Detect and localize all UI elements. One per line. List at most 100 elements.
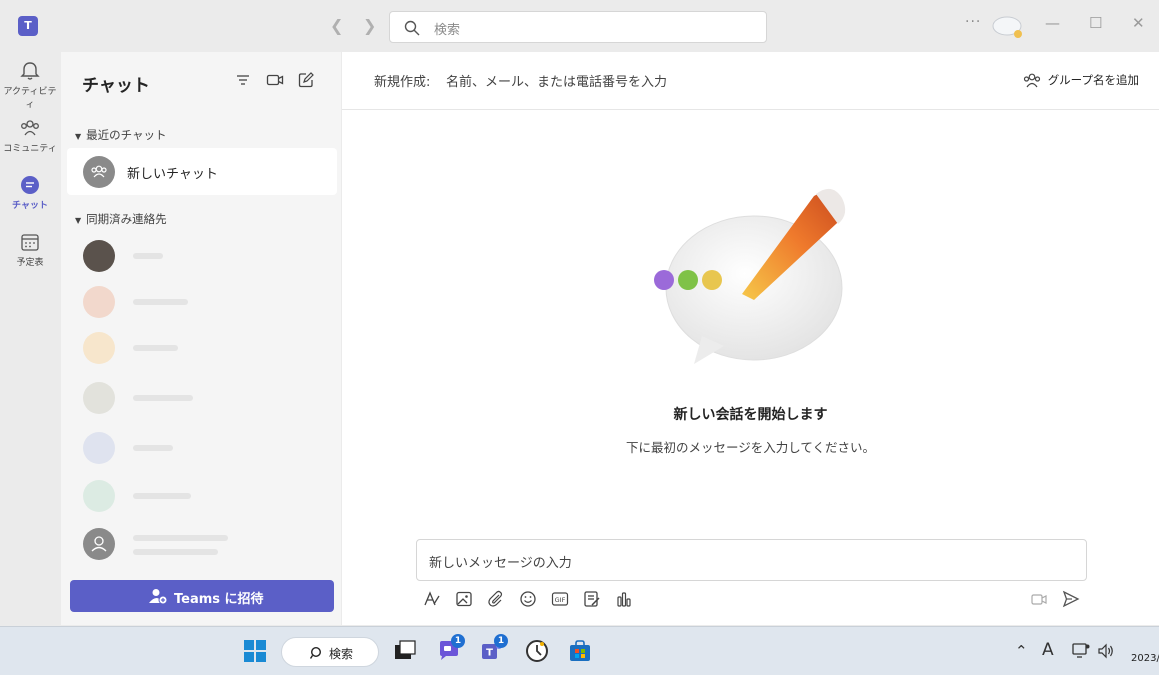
redacted-name [133, 535, 228, 541]
invite-button-label: Teams に招待 [174, 592, 264, 607]
taskbar-date[interactable]: 2023/ [1131, 653, 1159, 664]
avatar [83, 480, 115, 512]
notification-badge: 1 [494, 634, 508, 648]
rail-label: チャット [12, 201, 48, 211]
new-chat-icon[interactable] [298, 72, 314, 88]
attach-icon[interactable] [487, 590, 505, 608]
avatar [83, 286, 115, 318]
empty-state-title: 新しい会話を開始します [673, 407, 828, 423]
gif-icon[interactable]: GIF [551, 590, 569, 608]
avatar [83, 332, 115, 364]
taskbar-search-label: 検索 [329, 647, 354, 661]
more-options-icon[interactable]: ··· [965, 14, 981, 30]
redacted-name [133, 493, 191, 499]
recipient-bar: 新規作成: 名前、メール、または電話番号を入力 グループ名を追加 [342, 52, 1159, 110]
search-icon [310, 646, 322, 659]
rail-label: アクティビティ [3, 87, 57, 110]
taskbar-search[interactable]: 検索 [281, 637, 379, 667]
avatar [83, 432, 115, 464]
section-synced[interactable]: ▼ 同期済み連絡先 [75, 211, 167, 227]
search-input[interactable]: 検索 [389, 11, 767, 43]
community-icon [91, 165, 107, 178]
calendar-icon [21, 234, 39, 251]
redacted-name [133, 345, 178, 351]
close-icon[interactable]: ✕ [1132, 14, 1145, 32]
section-recent[interactable]: ▼ 最近のチャット [75, 127, 167, 143]
video-call-icon[interactable] [266, 72, 284, 88]
list-item[interactable] [67, 472, 337, 519]
profile-avatar[interactable] [990, 12, 1026, 40]
new-conversation-illustration [654, 188, 846, 364]
maximize-icon[interactable]: ☐ [1089, 14, 1102, 32]
section-recent-label: 最近のチャット [86, 128, 167, 142]
rail-item-calendar[interactable]: 予定表 [0, 231, 60, 268]
meet-now-icon[interactable] [1030, 590, 1048, 608]
volume-icon[interactable] [1097, 643, 1115, 659]
redacted-name [133, 549, 218, 555]
list-item[interactable] [67, 424, 337, 471]
title-bar: T ❮ ❯ 検索 ··· — ☐ ✕ [0, 0, 1159, 52]
invite-to-teams-button[interactable]: Teams に招待 [70, 580, 334, 612]
message-placeholder: 新しいメッセージの入力 [429, 556, 572, 571]
minimize-icon[interactable]: — [1045, 14, 1060, 32]
emoji-icon[interactable] [519, 590, 537, 608]
rail-item-community[interactable]: コミュニティ [0, 117, 60, 154]
rail-label: コミュニティ [3, 144, 57, 154]
redacted-name [133, 253, 163, 259]
rail-label: 予定表 [16, 258, 44, 268]
avatar [83, 240, 115, 272]
sticker-icon[interactable] [583, 590, 601, 608]
forward-arrow-icon[interactable]: ❯ [363, 16, 376, 35]
redacted-name [133, 299, 188, 305]
svg-text:T: T [486, 648, 493, 659]
conversation-area: 新規作成: 名前、メール、または電話番号を入力 グループ名を追加 新しい会話を開… [342, 52, 1159, 625]
clock-app-icon[interactable] [525, 639, 549, 663]
store-icon[interactable] [568, 639, 592, 663]
list-item[interactable] [67, 374, 337, 421]
rail-item-activity[interactable]: アクティビティ [0, 60, 60, 110]
chat-item-name: 新しいチャット [127, 167, 218, 182]
message-input[interactable]: 新しいメッセージの入力 [416, 539, 1087, 581]
search-icon [404, 20, 420, 36]
chat-app-icon[interactable]: 1 [437, 634, 465, 663]
format-icon[interactable] [423, 590, 441, 608]
network-icon[interactable] [1072, 643, 1090, 659]
back-arrow-icon[interactable]: ❮ [330, 16, 343, 35]
community-icon [21, 120, 39, 136]
add-group-name-button[interactable]: グループ名を追加 [1023, 72, 1139, 88]
image-icon[interactable] [455, 590, 473, 608]
to-label: 新規作成: [374, 75, 431, 90]
teams-app-icon[interactable]: T 1 [480, 634, 508, 663]
windows-taskbar: 検索 1 T 1 ⌃ A 2023/ [0, 626, 1159, 675]
list-item[interactable] [67, 520, 337, 567]
redacted-name [133, 445, 173, 451]
rail-item-chat[interactable]: チャット [0, 174, 60, 211]
task-view-icon[interactable] [393, 639, 417, 663]
bell-icon [20, 62, 40, 80]
app-rail: アクティビティ コミュニティ チャット 予定表 [0, 52, 60, 625]
add-person-icon [149, 589, 168, 605]
avatar [83, 382, 115, 414]
chevron-up-icon[interactable]: ⌃ [1015, 642, 1028, 660]
windows-start-icon[interactable] [243, 639, 267, 663]
avatar [83, 528, 115, 560]
chat-icon [21, 176, 39, 194]
list-item[interactable] [67, 324, 337, 371]
ime-indicator[interactable]: A [1042, 640, 1054, 660]
collapse-triangle-icon: ▼ [75, 132, 82, 141]
collapse-triangle-icon: ▼ [75, 216, 82, 225]
filter-icon[interactable] [235, 72, 251, 88]
list-item[interactable] [67, 232, 337, 279]
community-icon [1023, 73, 1040, 88]
search-placeholder: 検索 [434, 23, 461, 38]
pane-title: チャット [82, 76, 150, 96]
weather-icon [992, 16, 1022, 38]
empty-state-subtitle: 下に最初のメッセージを入力してください。 [625, 440, 875, 455]
send-icon[interactable] [1062, 590, 1080, 608]
redacted-name [133, 395, 193, 401]
section-synced-label: 同期済み連絡先 [86, 212, 167, 226]
recipient-input[interactable]: 名前、メール、または電話番号を入力 [446, 71, 667, 90]
chat-item-new[interactable]: 新しいチャット [67, 148, 337, 195]
poll-icon[interactable] [615, 590, 633, 608]
list-item[interactable] [67, 278, 337, 325]
